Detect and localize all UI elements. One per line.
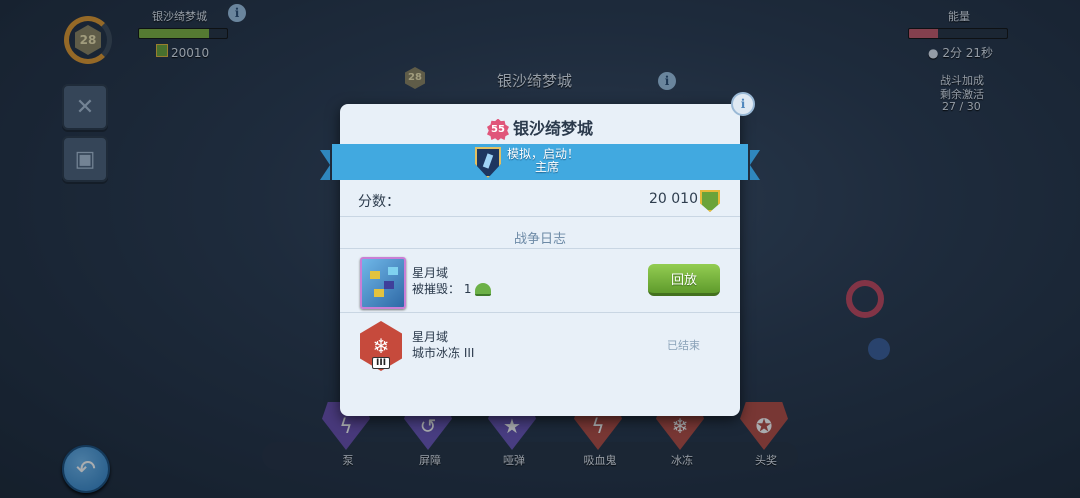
entry-status: 已结束 (667, 339, 700, 352)
score-value: 20 010 (649, 191, 698, 207)
title-ribbon: 模拟，启动！ 主席 (320, 144, 760, 180)
helmet-icon (475, 283, 492, 296)
entry-name: 星月域 (412, 330, 449, 344)
war-log-modal: 55 银沙绮梦城 模拟，启动！ 主席 分数： 20 010 战争日志 星月域 被摧… (320, 104, 760, 416)
war-log-title: 战争日志 (513, 232, 566, 247)
entry-text: 星月域 被摧毁： 1 (412, 265, 492, 297)
score-row: 分数： 20 010 (340, 180, 740, 217)
entry-name: 星月域 (412, 266, 449, 280)
score-shield-icon (700, 190, 720, 212)
attack-card-thumbnail (360, 257, 406, 309)
replay-button[interactable]: 回放 (648, 264, 720, 296)
level-badge: 55 (486, 118, 509, 141)
entry-detail: 城市冰冻 III (412, 346, 475, 360)
shield-icon (475, 147, 501, 178)
entry-detail: 被摧毁： 1 (412, 281, 492, 297)
ribbon-text: 模拟，启动！ 主席 (507, 148, 579, 174)
modal-header: 55 银沙绮梦城 (340, 104, 740, 148)
war-log-entry: ❄ III 星月域 城市冰冻 III 已结束 (340, 312, 740, 385)
modal-title: 55 银沙绮梦城 (340, 115, 740, 141)
war-log-entry: 星月域 被摧毁： 1 回放 (340, 248, 740, 313)
modal-info-icon[interactable]: i (731, 92, 755, 116)
entry-text: 星月域 城市冰冻 III (412, 329, 474, 361)
score-label: 分数： (358, 194, 400, 210)
ribbon-line-2: 主席 (535, 160, 560, 174)
freeze-level-label: III (372, 357, 391, 369)
